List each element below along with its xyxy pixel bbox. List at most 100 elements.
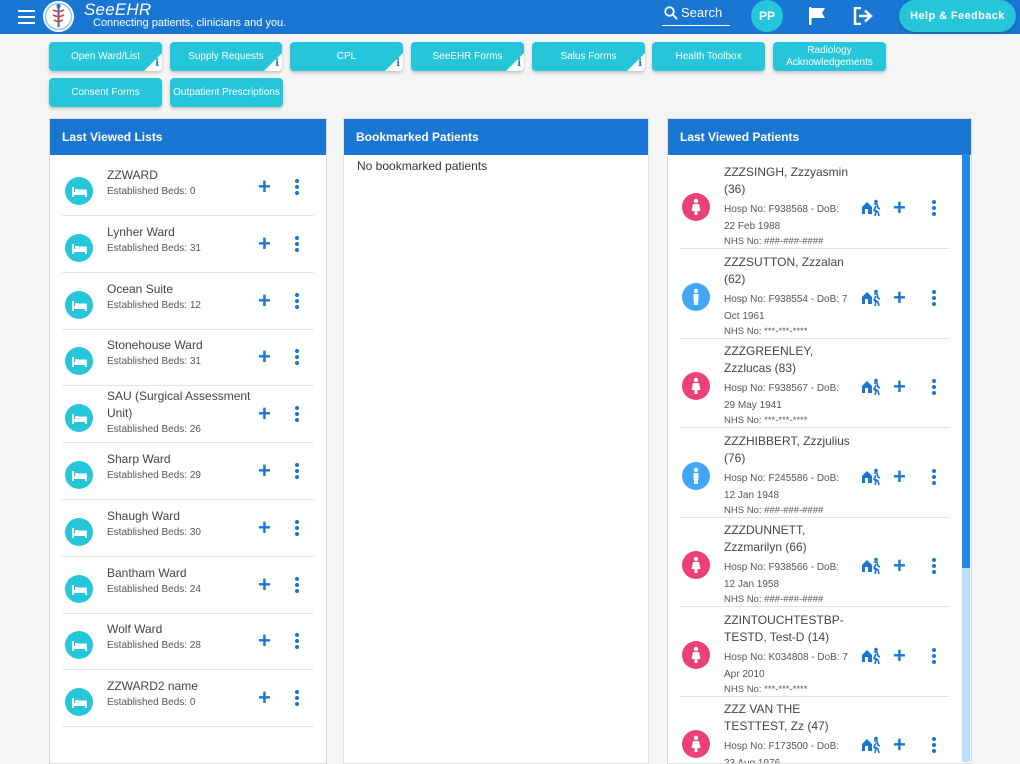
add-icon[interactable]: + [258,232,271,255]
more-options-icon[interactable] [295,633,299,651]
add-icon[interactable]: + [893,197,906,219]
female-patient-icon [682,372,710,400]
more-options-icon[interactable] [932,737,936,755]
button-label: Consent Forms [71,86,140,98]
info-icon[interactable]: i [638,58,642,70]
info-icon[interactable]: i [517,58,521,70]
add-icon[interactable]: + [893,465,906,488]
patient-name: ZZZSINGH, Zzzyasmin (36) [724,165,849,196]
outpatient-prescriptions-button[interactable]: Outpatient Prescriptions [170,78,283,107]
add-icon[interactable]: + [258,516,271,539]
patient-name: ZZZGREENLEY, Zzzlucas (83) [724,344,814,375]
health-toolbox-button[interactable]: Health Toolbox [652,42,765,71]
ward-name: Sharp Ward [107,452,171,466]
established-beds: Established Beds: 0 [107,186,196,197]
more-options-icon[interactable] [932,468,936,487]
more-options-icon[interactable] [932,558,936,576]
bed-icon [65,177,93,205]
cpl-button[interactable]: CPL i [290,42,403,71]
ward-name: Wolf Ward [107,622,163,637]
ward-list-item[interactable]: Sharp Ward Established Beds: 29 + [62,443,314,500]
discharge-walk-icon[interactable] [861,289,881,307]
more-options-icon[interactable] [932,647,936,666]
radiology-acknowledgements-button[interactable]: Radiology Acknowledgements [773,42,886,71]
menu-icon[interactable] [18,10,35,24]
more-options-icon[interactable] [295,235,299,254]
patient-list-scrollbar[interactable] [962,154,970,762]
add-icon[interactable]: + [258,176,271,198]
bed-icon [65,688,93,717]
add-icon[interactable]: + [893,734,906,756]
add-icon[interactable]: + [258,573,271,596]
patient-list-item[interactable]: ZZZGREENLEY, Zzzlucas (83) Hosp No: F9385… [680,338,950,428]
search-button[interactable]: Search [662,4,730,26]
panel-title: Last Viewed Patients [668,119,971,155]
add-icon[interactable]: + [893,644,906,667]
patient-nhs-number: NHS No: ###-###-#### [724,594,824,605]
ward-list-item[interactable]: SAU (Surgical Assessment Unit) Establishe… [62,386,314,444]
male-patient-icon [682,461,710,490]
established-beds: Established Beds: 26 [107,424,201,436]
more-options-icon[interactable] [295,576,299,595]
patient-list-item[interactable]: ZZZHIBBERT, Zzzjulius (76) Hosp No: F2455… [680,428,950,518]
flag-icon[interactable] [808,6,826,26]
more-options-icon[interactable] [295,406,299,424]
info-icon[interactable]: i [396,58,400,70]
help-feedback-button[interactable]: Help & Feedback [899,0,1016,32]
ward-list-item[interactable]: Wolf Ward Established Beds: 28 + [62,613,314,671]
add-icon[interactable]: + [893,376,906,398]
patient-list-item[interactable]: ZZZSUTTON, Zzzalan (62) Hosp No: F938554 … [680,249,950,339]
more-options-icon[interactable] [295,349,299,367]
info-icon[interactable]: i [155,58,159,70]
open-ward-list-button[interactable]: Open Ward/List i [49,42,162,71]
user-avatar[interactable]: PP [751,0,783,32]
add-icon[interactable]: + [258,403,271,425]
discharge-walk-icon[interactable] [861,736,881,754]
add-icon[interactable]: + [893,555,906,577]
ward-list-item[interactable]: ZZWARD2 name Established Beds: 0 + [62,670,314,728]
male-patient-icon [682,282,710,311]
more-options-icon[interactable] [932,289,936,308]
patient-list-item[interactable]: ZZZDUNNETT, Zzzmarilyn (66) Hosp No: F938… [680,517,950,607]
more-options-icon[interactable] [295,519,299,538]
consent-forms-button[interactable]: Consent Forms [49,78,162,107]
add-icon[interactable]: + [258,460,271,482]
patient-list-item[interactable]: ZZZ VAN THE TESTTEST, Zz (47) Hosp No: F1… [680,696,950,763]
more-options-icon[interactable] [932,200,936,218]
add-icon[interactable]: + [258,346,271,368]
add-icon[interactable]: + [893,286,906,309]
add-icon[interactable]: + [258,630,271,652]
patient-list-item[interactable]: ZZINTOUCHTESTBP-TESTD, Test-D (14) Hosp N… [680,607,950,697]
scrollbar-thumb[interactable] [962,154,970,568]
patient-name: ZZZ VAN THE TESTTEST, Zz (47) [724,702,829,733]
more-options-icon[interactable] [932,379,936,397]
salus-forms-button[interactable]: Salus Forms i [532,42,645,71]
supply-requests-button[interactable]: Supply Requests i [170,42,282,71]
patient-hosp-dob: Hosp No: F245586 - DoB: 12 Jan 1948 [724,472,840,501]
ward-list-item[interactable]: ZZWARD Established Beds: 0 + [62,159,314,216]
add-icon[interactable]: + [258,289,271,312]
ward-list-item[interactable]: Bantham Ward Established Beds: 24 + [62,557,314,614]
button-label: CPL [336,50,357,62]
ward-name: Bantham Ward [107,565,187,580]
more-options-icon[interactable] [295,179,299,197]
discharge-walk-icon[interactable] [861,378,881,396]
ward-list-item[interactable]: Lynher Ward Established Beds: 31 + [62,216,314,273]
more-options-icon[interactable] [295,690,299,708]
discharge-walk-icon[interactable] [861,199,881,217]
logout-icon[interactable] [853,7,874,25]
more-options-icon[interactable] [295,463,299,481]
discharge-walk-icon[interactable] [861,647,881,665]
ward-name: Stonehouse Ward [107,338,203,353]
discharge-walk-icon[interactable] [861,468,881,486]
patient-list-item[interactable]: ZZZSINGH, Zzzyasmin (36) Hosp No: F938568… [680,159,950,249]
info-icon[interactable]: i [275,58,279,70]
discharge-walk-icon[interactable] [861,557,881,575]
more-options-icon[interactable] [295,292,299,311]
bed-icon [65,574,93,603]
ward-list-item[interactable]: Stonehouse Ward Established Beds: 31 + [62,329,314,387]
ward-list-item[interactable]: Shaugh Ward Established Beds: 30 + [62,500,314,557]
seeehr-forms-button[interactable]: SeeEHR Forms i [411,42,524,71]
ward-list-item[interactable]: Ocean Suite Established Beds: 12 + [62,273,314,330]
add-icon[interactable]: + [258,687,271,709]
